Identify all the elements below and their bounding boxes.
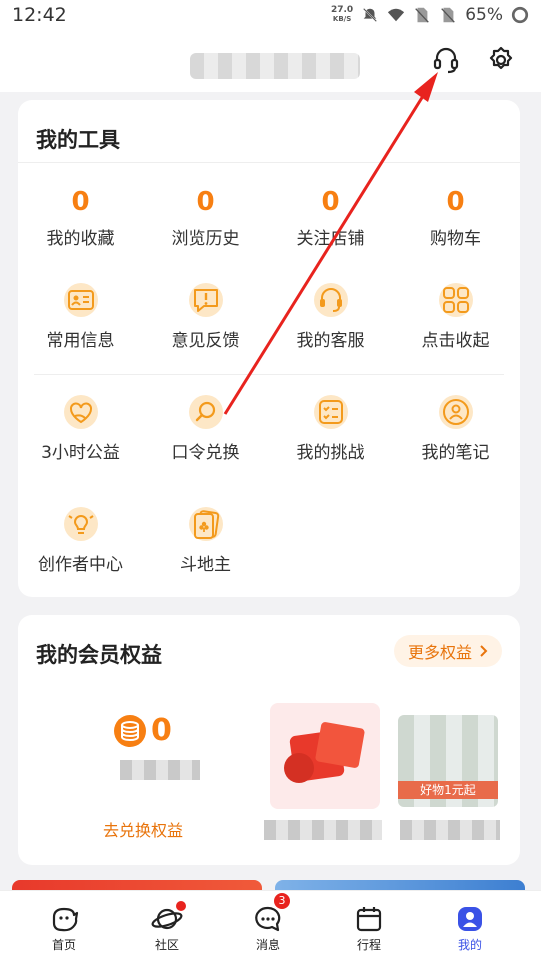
stat-label: 关注店铺 <box>296 229 365 249</box>
checklist-icon <box>313 395 348 429</box>
status-indicators: 27.0 KB/S 65% <box>331 5 529 25</box>
tool-creator-center[interactable]: 创作者中心 <box>18 504 143 575</box>
tool-label: 我的挑战 <box>296 443 365 463</box>
tools-title: 我的工具 <box>36 128 120 152</box>
search-key-icon <box>188 395 223 429</box>
tab-community[interactable]: 社区 <box>113 891 221 954</box>
home-pig-icon <box>52 907 79 932</box>
blurred-text <box>120 760 200 780</box>
tool-common-info[interactable]: 常用信息 <box>18 280 143 351</box>
more-benefits-button[interactable]: 更多权益 <box>393 635 502 667</box>
tab-home[interactable]: 首页 <box>10 891 118 954</box>
profile-header <box>0 30 541 92</box>
exchange-benefits-link[interactable]: 去兑换权益 <box>103 817 183 841</box>
lightbulb-icon <box>63 507 98 541</box>
tab-itinerary[interactable]: 行程 <box>315 891 423 954</box>
tool-collapse[interactable]: 点击收起 <box>393 280 518 351</box>
no-sim-icon-2 <box>441 7 455 23</box>
tool-label: 我的客服 <box>296 331 365 351</box>
coin-value: 0 <box>151 713 172 748</box>
no-sim-icon <box>415 7 429 23</box>
stat-value: 0 <box>71 187 90 217</box>
notification-dot <box>176 901 186 911</box>
blurred-username <box>190 53 360 79</box>
tab-profile[interactable]: 我的 <box>416 891 524 954</box>
stat-label: 我的收藏 <box>46 229 115 249</box>
member-benefits-card: 我的会员权益 更多权益 0 去兑换权益 好物1元起 <box>18 615 520 865</box>
charity-heart-icon <box>63 395 98 429</box>
divider <box>18 162 520 163</box>
tool-label: 点击收起 <box>421 331 490 351</box>
promo-product-image[interactable]: 好物1元起 <box>398 715 498 807</box>
chevron-right-icon <box>480 645 488 657</box>
tool-label: 口令兑换 <box>171 443 240 463</box>
coin-stack-icon <box>114 714 146 747</box>
red-packet-shape <box>284 753 314 783</box>
stat-label: 购物车 <box>430 229 481 249</box>
tool-challenge[interactable]: 我的挑战 <box>268 392 393 463</box>
grid-icon <box>438 283 473 317</box>
status-time: 12:42 <box>12 4 67 26</box>
my-tools-card: 我的工具 0 我的收藏 0 浏览历史 0 关注店铺 0 购物车 常用信息 意见反… <box>18 100 520 597</box>
stat-favorites[interactable]: 0 我的收藏 <box>18 186 143 249</box>
stat-label: 浏览历史 <box>171 229 240 249</box>
calendar-icon <box>356 907 382 932</box>
message-count-badge: 3 <box>274 893 290 909</box>
battery-ring-icon <box>511 6 529 24</box>
tool-label: 我的笔记 <box>421 443 490 463</box>
tab-messages[interactable]: 消息 3 <box>214 891 322 954</box>
mute-bell-icon <box>363 8 378 22</box>
id-card-icon <box>63 283 98 317</box>
tool-landlord-game[interactable]: 斗地主 <box>143 504 268 575</box>
coin-balance[interactable]: 0 <box>113 713 172 748</box>
stat-followed-shops[interactable]: 0 关注店铺 <box>268 186 393 249</box>
customer-service-icon <box>313 283 348 317</box>
feedback-icon <box>188 283 223 317</box>
blurred-text <box>264 820 382 840</box>
tool-label: 意见反馈 <box>171 331 240 351</box>
headset-icon[interactable] <box>430 44 462 76</box>
bottom-tab-bar: 首页 社区 消息 3 行程 我的 <box>0 890 541 954</box>
tool-label: 斗地主 <box>180 555 231 575</box>
wifi-icon <box>388 8 405 22</box>
stat-history[interactable]: 0 浏览历史 <box>143 186 268 249</box>
stat-cart[interactable]: 0 购物车 <box>393 186 518 249</box>
status-bar: 12:42 27.0 KB/S 65% <box>0 0 541 30</box>
profile-icon <box>458 907 482 931</box>
user-note-icon <box>438 395 473 429</box>
tool-label: 3小时公益 <box>41 443 120 463</box>
stat-value: 0 <box>321 187 340 217</box>
member-title: 我的会员权益 <box>36 643 162 667</box>
tab-label: 社区 <box>154 938 179 952</box>
more-benefits-label: 更多权益 <box>407 643 472 662</box>
tab-label: 消息 <box>255 938 280 952</box>
tab-label: 行程 <box>356 938 381 952</box>
battery-percent: 65% <box>465 5 503 25</box>
net-speed-unit: KB/S <box>332 15 352 23</box>
divider <box>34 374 504 375</box>
net-speed-value: 27.0 <box>330 5 354 15</box>
tool-customer-service[interactable]: 我的客服 <box>268 280 393 351</box>
blurred-text <box>400 820 500 840</box>
red-packet-shape <box>314 721 366 769</box>
promo-badge: 好物1元起 <box>398 781 498 799</box>
stat-value: 0 <box>196 187 215 217</box>
tool-label: 常用信息 <box>46 331 115 351</box>
net-speed: 27.0 KB/S <box>331 6 353 24</box>
stat-value: 0 <box>446 187 465 217</box>
tool-code-exchange[interactable]: 口令兑换 <box>143 392 268 463</box>
tab-label: 我的 <box>457 938 482 952</box>
playing-cards-icon <box>188 507 223 541</box>
promo-red-packet-image[interactable] <box>270 703 380 809</box>
tool-notes[interactable]: 我的笔记 <box>393 392 518 463</box>
tool-label: 创作者中心 <box>38 555 123 575</box>
tab-label: 首页 <box>51 938 76 952</box>
tool-charity[interactable]: 3小时公益 <box>18 392 143 463</box>
settings-gear-icon[interactable] <box>485 44 517 76</box>
tool-feedback[interactable]: 意见反馈 <box>143 280 268 351</box>
